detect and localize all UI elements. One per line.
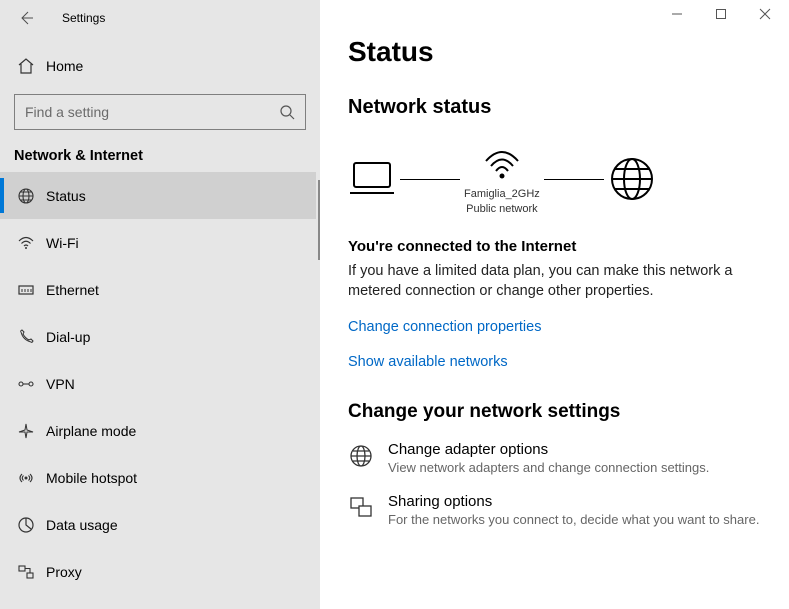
search-input[interactable] xyxy=(25,104,279,120)
minimize-icon xyxy=(671,8,683,20)
wifi-icon xyxy=(17,234,35,252)
sidebar-item-label: Mobile hotspot xyxy=(46,470,137,486)
sidebar-item-label: Airplane mode xyxy=(46,423,136,439)
sidebar-item-label: Ethernet xyxy=(46,282,99,298)
sidebar-item-datausage[interactable]: Data usage xyxy=(0,501,316,548)
adapter-title: Change adapter options xyxy=(388,441,709,458)
sharing-description: For the networks you connect to, decide … xyxy=(388,512,759,527)
vpn-icon xyxy=(17,375,35,393)
sidebar-item-status[interactable]: Status xyxy=(0,172,316,219)
sidebar-item-label: Dial-up xyxy=(46,329,90,345)
maximize-icon xyxy=(715,8,727,20)
connected-heading: You're connected to the Internet xyxy=(348,238,761,255)
sidebar-item-label: Proxy xyxy=(46,564,82,580)
hotspot-icon xyxy=(17,469,35,487)
sidebar-item-label: Wi-Fi xyxy=(46,235,79,251)
page-title: Status xyxy=(348,36,761,68)
sidebar-item-label: Status xyxy=(46,188,86,204)
wifi-router-icon xyxy=(480,141,524,181)
airplane-icon xyxy=(17,422,35,440)
proxy-icon xyxy=(17,563,35,581)
sidebar-item-dialup[interactable]: Dial-up xyxy=(0,313,316,360)
back-button[interactable] xyxy=(14,6,38,30)
sidebar-item-hotspot[interactable]: Mobile hotspot xyxy=(0,454,316,501)
phone-icon xyxy=(17,328,35,346)
change-settings-heading: Change your network settings xyxy=(348,401,761,423)
sidebar-item-airplane[interactable]: Airplane mode xyxy=(0,407,316,454)
sidebar-item-ethernet[interactable]: Ethernet xyxy=(0,266,316,313)
sidebar-home-label: Home xyxy=(46,58,83,74)
titlebar-left: Settings xyxy=(0,0,320,36)
minimize-button[interactable] xyxy=(655,0,699,28)
sidebar-group-label: Network & Internet xyxy=(0,130,320,172)
wifi-name-label: Famiglia_2GHz xyxy=(464,187,540,202)
sidebar-item-proxy[interactable]: Proxy xyxy=(0,548,316,595)
sharing-title: Sharing options xyxy=(388,493,759,510)
close-button[interactable] xyxy=(743,0,787,28)
link-change-connection-properties[interactable]: Change connection properties xyxy=(348,319,541,335)
wifi-type-label: Public network xyxy=(464,202,540,217)
sidebar-item-wifi[interactable]: Wi-Fi xyxy=(0,219,316,266)
link-show-available-networks[interactable]: Show available networks xyxy=(348,354,508,370)
data-icon xyxy=(17,516,35,534)
device-icon xyxy=(348,159,396,199)
internet-globe-icon xyxy=(608,155,656,203)
sidebar-home[interactable]: Home xyxy=(0,46,320,86)
sidebar: Settings Home Network & Internet Status … xyxy=(0,0,320,609)
adapter-icon xyxy=(348,443,374,469)
ethernet-icon xyxy=(17,281,35,299)
connected-description: If you have a limited data plan, you can… xyxy=(348,261,758,302)
sharing-icon xyxy=(348,495,374,521)
window-controls xyxy=(655,0,787,28)
adapter-description: View network adapters and change connect… xyxy=(388,460,709,475)
network-status-heading: Network status xyxy=(348,96,761,119)
sidebar-item-label: Data usage xyxy=(46,517,118,533)
close-icon xyxy=(759,8,771,20)
sidebar-item-vpn[interactable]: VPN xyxy=(0,360,316,407)
sharing-options[interactable]: Sharing options For the networks you con… xyxy=(348,493,761,527)
search-box[interactable] xyxy=(14,94,306,130)
sidebar-item-label: VPN xyxy=(46,376,75,392)
change-adapter-options[interactable]: Change adapter options View network adap… xyxy=(348,441,761,475)
back-icon xyxy=(18,10,34,26)
globe-icon xyxy=(17,187,35,205)
window-title: Settings xyxy=(62,11,105,25)
search-icon xyxy=(279,104,295,120)
main-content: Status Network status Famiglia_2GHz Publ… xyxy=(320,0,789,609)
sidebar-nav: Status Wi-Fi Ethernet Dial-up VPN Airpla… xyxy=(0,172,316,609)
maximize-button[interactable] xyxy=(699,0,743,28)
home-icon xyxy=(17,57,35,75)
network-diagram: Famiglia_2GHz Public network xyxy=(348,141,761,218)
